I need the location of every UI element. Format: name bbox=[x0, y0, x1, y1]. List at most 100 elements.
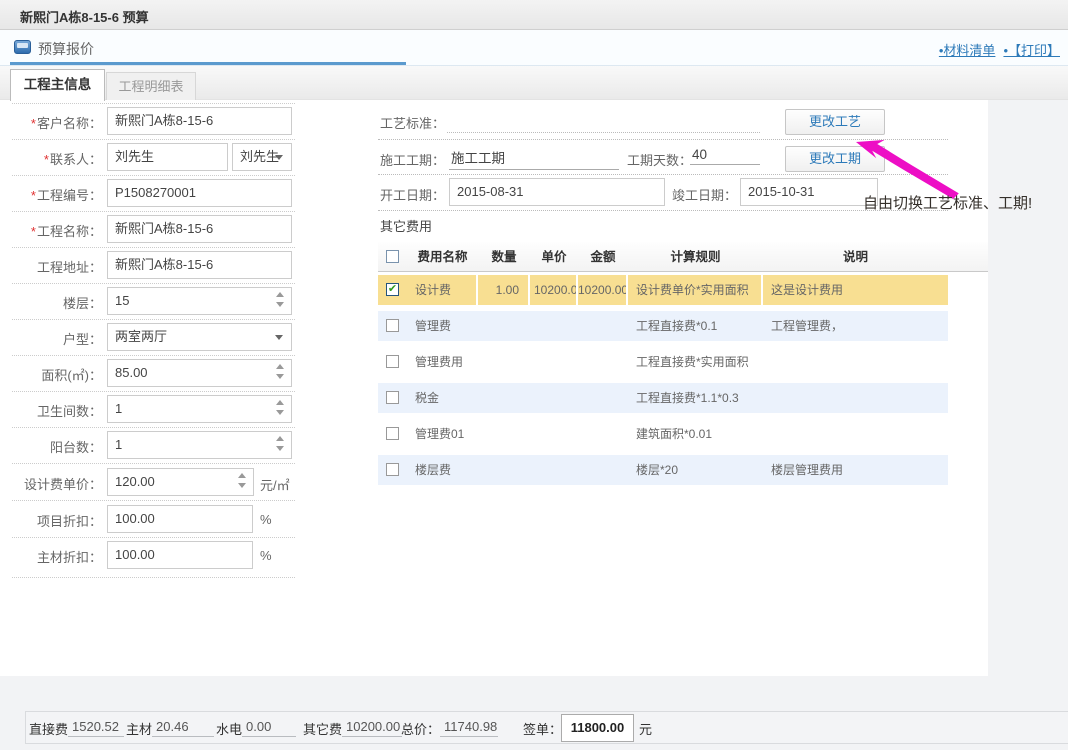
section-title: 预算报价 bbox=[38, 39, 94, 59]
tab-main-info[interactable]: 工程主信息 bbox=[10, 69, 105, 101]
sign-amount-input[interactable]: 11800.00 bbox=[561, 714, 634, 742]
section-title-underline bbox=[10, 62, 406, 65]
main-info-form: *客户名称：新熙门A栋8-15-6*联系人：刘先生刘先生*工程编号：P15082… bbox=[0, 100, 380, 676]
fee-row-checkbox[interactable] bbox=[386, 355, 399, 368]
stepper-arrows-icon[interactable] bbox=[238, 473, 248, 488]
bathrooms-label: 卫生间数： bbox=[0, 401, 102, 420]
fee-row-checkbox[interactable] bbox=[386, 463, 399, 476]
fee-rule-cell: 工程直接费*0.1 bbox=[628, 311, 763, 341]
fees-col-header: 数量 bbox=[478, 242, 530, 272]
fee-note-cell bbox=[763, 347, 948, 377]
start-date-input[interactable]: 2015-08-31 bbox=[449, 178, 665, 206]
floor-label: 楼层： bbox=[0, 293, 102, 312]
fees-col-header: 金额 bbox=[578, 242, 628, 272]
project-no-label: *工程编号： bbox=[0, 185, 102, 204]
tab-strip: 工程主信息工程明细表 bbox=[0, 66, 1068, 100]
sign-unit: 元 bbox=[639, 722, 652, 737]
required-mark: * bbox=[31, 224, 36, 239]
fee-row[interactable]: 楼层费楼层*20楼层管理费用 bbox=[378, 455, 948, 485]
floor-stepper[interactable]: 15 bbox=[107, 287, 292, 315]
stepper-arrows-icon[interactable] bbox=[276, 292, 286, 307]
fee-qty-cell bbox=[478, 455, 530, 485]
material-list-link[interactable]: •材料清单 bbox=[939, 43, 996, 58]
design-fee-price-unit: 元/㎡ bbox=[260, 475, 290, 494]
water-electric-value: 0.00 bbox=[242, 719, 296, 737]
fee-row-checkbox[interactable]: ✔ bbox=[386, 283, 399, 296]
summary-item-other-fee: 其它费10200.00 bbox=[303, 719, 402, 738]
stepper-arrows-icon[interactable] bbox=[276, 364, 286, 379]
form-row-divider bbox=[12, 355, 295, 356]
house-type-select[interactable]: 两室两厅 bbox=[107, 323, 292, 351]
select-all-checkbox[interactable] bbox=[386, 250, 399, 263]
stepper-arrows-icon[interactable] bbox=[276, 400, 286, 415]
bathrooms-stepper[interactable]: 1 bbox=[107, 395, 292, 423]
form-row-divider bbox=[12, 427, 295, 428]
fee-name-cell: 税金 bbox=[407, 383, 478, 413]
project-no-input[interactable]: P1508270001 bbox=[107, 179, 292, 207]
budget-quote-window: 新熙门A栋8-15-6 预算 预算报价 •材料清单 •【打印】 工程主信息工程明细… bbox=[0, 0, 1068, 750]
design-fee-price-stepper[interactable]: 120.00 bbox=[107, 468, 254, 496]
form-row-divider bbox=[12, 577, 295, 578]
header-links: •材料清单 •【打印】 bbox=[931, 40, 1060, 59]
other-fee-label: 其它费 bbox=[303, 722, 342, 737]
summary-item-water-electric: 水电0.00 bbox=[216, 719, 296, 738]
balconies-stepper[interactable]: 1 bbox=[107, 431, 292, 459]
fee-row[interactable]: 管理费工程直接费*0.1工程管理费， bbox=[378, 311, 948, 341]
craft-standard-field[interactable] bbox=[447, 109, 760, 133]
fee-price-cell bbox=[530, 311, 578, 341]
fee-row[interactable]: 管理费用工程直接费*实用面积 bbox=[378, 347, 948, 377]
fee-row[interactable]: ✔设计费1.0010200.0010200.00设计费单价*实用面积这是设计费用 bbox=[378, 275, 948, 305]
form-row-divider bbox=[12, 175, 295, 176]
budget-document-icon bbox=[14, 40, 31, 54]
direct-fee-label: 直接费 bbox=[29, 722, 68, 737]
print-link[interactable]: •【打印】 bbox=[1003, 43, 1060, 58]
customer-name-input[interactable]: 新熙门A栋8-15-6 bbox=[107, 107, 292, 135]
summary-item-direct-fee: 直接费1520.52 bbox=[29, 719, 124, 738]
craft-standard-label: 工艺标准： bbox=[380, 113, 445, 132]
fees-col-header: 单价 bbox=[530, 242, 578, 272]
main-material-value: 20.46 bbox=[152, 719, 214, 737]
project-address-input[interactable]: 新熙门A栋8-15-6 bbox=[107, 251, 292, 279]
contact-select[interactable]: 刘先生 bbox=[232, 143, 292, 171]
project-name-label: *工程名称： bbox=[0, 221, 102, 240]
fee-price-cell bbox=[530, 347, 578, 377]
change-craft-button[interactable]: 更改工艺 bbox=[785, 109, 885, 135]
material-discount-input[interactable]: 100.00 bbox=[107, 541, 253, 569]
fee-amount-cell bbox=[578, 347, 628, 377]
fee-note-cell: 这是设计费用 bbox=[763, 275, 948, 305]
project-address-label: 工程地址： bbox=[0, 257, 102, 276]
fees-col-header: 费用名称 bbox=[407, 242, 478, 272]
contact-label: *联系人： bbox=[0, 149, 102, 168]
form-row-divider bbox=[12, 211, 295, 212]
water-electric-label: 水电 bbox=[216, 722, 242, 737]
contact-input[interactable]: 刘先生 bbox=[107, 143, 228, 171]
fee-row-checkbox[interactable] bbox=[386, 427, 399, 440]
fee-price-cell bbox=[530, 383, 578, 413]
sign-label: 签单： bbox=[523, 722, 562, 737]
fee-note-cell: 工程管理费， bbox=[763, 311, 948, 341]
fee-name-cell: 设计费 bbox=[407, 275, 478, 305]
tab-detail-sheet[interactable]: 工程明细表 bbox=[106, 72, 196, 100]
fee-row[interactable]: 税金工程直接费*1.1*0.3 bbox=[378, 383, 948, 413]
project-name-input[interactable]: 新熙门A栋8-15-6 bbox=[107, 215, 292, 243]
fee-row[interactable]: 管理费01建筑面积*0.01 bbox=[378, 419, 948, 449]
direct-fee-value: 1520.52 bbox=[68, 719, 124, 737]
area-stepper[interactable]: 85.00 bbox=[107, 359, 292, 387]
other-fee-value: 10200.00 bbox=[342, 719, 402, 737]
form-row-divider bbox=[12, 391, 295, 392]
days-value[interactable]: 40 bbox=[690, 147, 760, 165]
fee-row-checkbox[interactable] bbox=[386, 391, 399, 404]
fee-price-cell bbox=[530, 455, 578, 485]
fee-qty-cell: 1.00 bbox=[478, 275, 530, 305]
stepper-arrows-icon[interactable] bbox=[276, 436, 286, 451]
area-label: 面积(㎡)： bbox=[0, 365, 102, 384]
fees-table-header: 费用名称数量单价金额计算规则说明 bbox=[378, 242, 988, 272]
fee-row-checkbox[interactable] bbox=[386, 319, 399, 332]
house-type-label: 户型： bbox=[0, 329, 102, 348]
fee-qty-cell bbox=[478, 383, 530, 413]
window-title: 新熙门A栋8-15-6 预算 bbox=[20, 7, 149, 26]
project-discount-input[interactable]: 100.00 bbox=[107, 505, 253, 533]
fees-section-title: 其它费用 bbox=[380, 216, 432, 235]
period-value[interactable]: 施工工期 bbox=[449, 147, 619, 170]
required-mark: * bbox=[44, 152, 49, 167]
